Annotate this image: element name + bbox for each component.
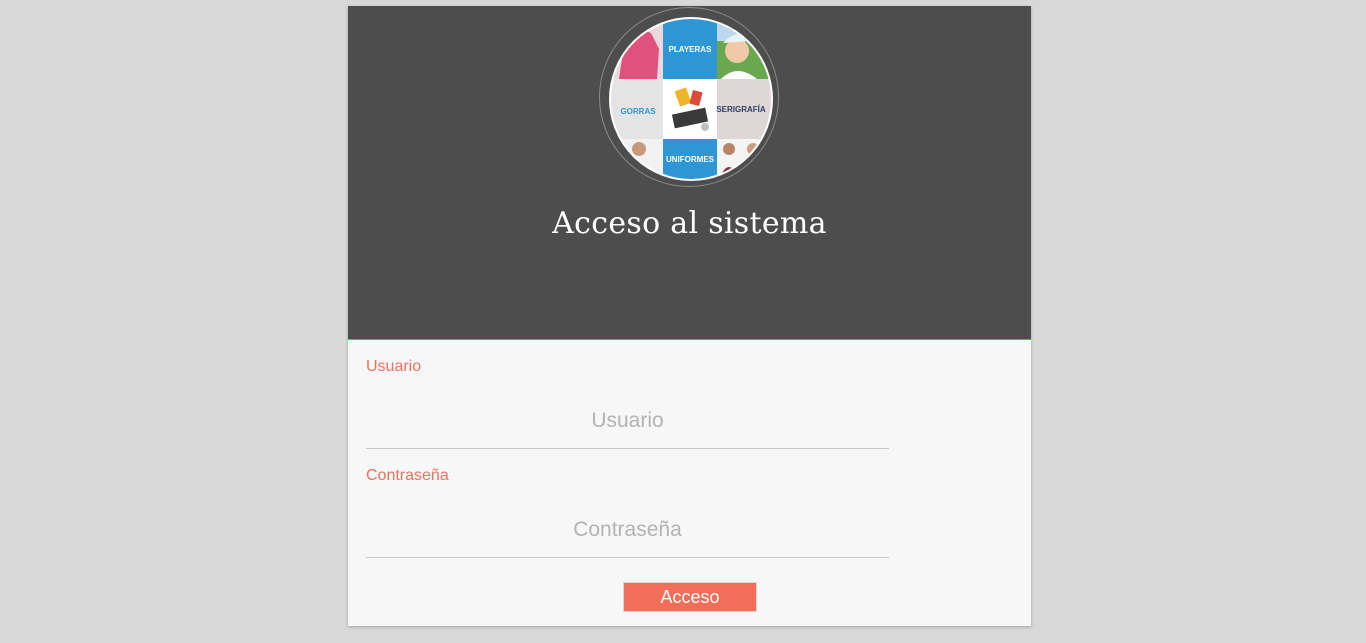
logo-label-right: SERIGRAFÍA [716, 105, 766, 114]
password-input[interactable] [366, 502, 889, 558]
page-title: Acceso al sistema [552, 206, 827, 241]
logo-label-bottom: UNIFORMES [666, 155, 715, 164]
login-card: PLAYERAS GORRAS SERIGRAFÍA UNIFORMES Acc… [348, 6, 1031, 626]
logo-collage: PLAYERAS GORRAS SERIGRAFÍA UNIFORMES [611, 19, 771, 179]
logo-tile-center [663, 79, 717, 139]
login-form: Usuario Contraseña Acceso [348, 340, 1031, 626]
company-logo: PLAYERAS GORRAS SERIGRAFÍA UNIFORMES [609, 17, 773, 181]
login-header: PLAYERAS GORRAS SERIGRAFÍA UNIFORMES Acc… [348, 6, 1031, 340]
logo-label-left: GORRAS [620, 107, 656, 116]
password-label: Contraseña [366, 467, 449, 484]
logo-label-top: PLAYERAS [669, 45, 712, 54]
username-label: Usuario [366, 358, 422, 375]
login-button[interactable]: Acceso [623, 582, 757, 612]
username-input[interactable] [366, 393, 889, 449]
